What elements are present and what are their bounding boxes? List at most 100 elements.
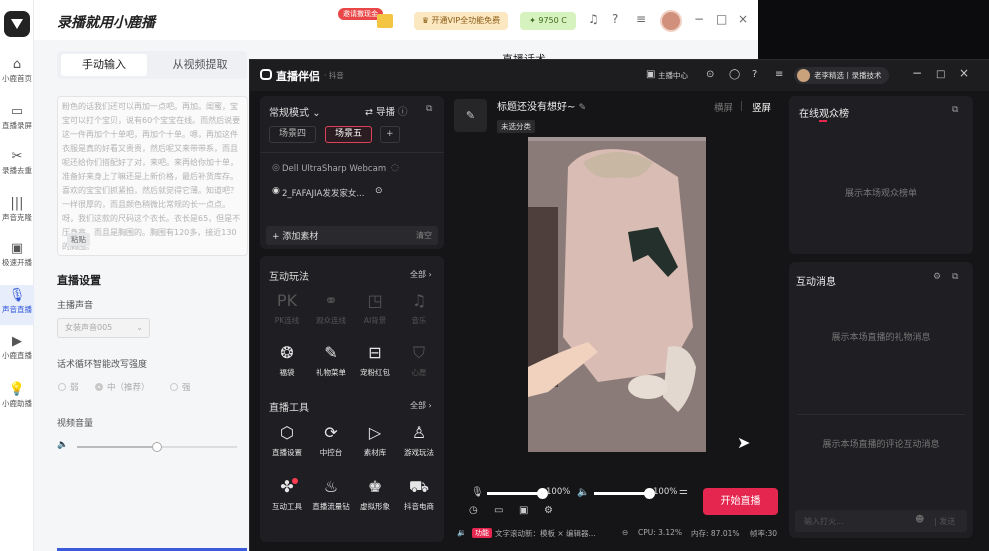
minimize-icon[interactable]: −: [912, 66, 922, 80]
feature-red-packet[interactable]: ⊟ 宠粉红包: [350, 342, 400, 378]
chat-input[interactable]: 输入打火...: [804, 516, 844, 527]
eye-icon[interactable]: ⊙: [375, 186, 383, 196]
minimize-icon[interactable]: −: [694, 12, 704, 26]
user-avatar[interactable]: [660, 10, 682, 32]
nav-item-voice-live[interactable]: 🎙 声音直播: [0, 285, 34, 325]
nav-item-dedupe[interactable]: ✂ 录播去重: [0, 146, 34, 186]
import-button[interactable]: ⇄ 导播 ⓘ: [365, 104, 408, 118]
divider: [260, 152, 444, 153]
popout-icon[interactable]: ⧉: [952, 272, 958, 282]
video-camera-icon[interactable]: ▣: [519, 505, 528, 516]
emoji-icon[interactable]: ☻: [915, 515, 924, 525]
tool-ecommerce[interactable]: ⛟ 抖音电商: [394, 476, 444, 512]
tab-manual-input[interactable]: 手动输入: [61, 54, 147, 76]
menu-icon[interactable]: ≡: [775, 69, 783, 80]
mode-select[interactable]: 常规模式 ⌄: [269, 104, 321, 119]
edit-cover-button[interactable]: ✎: [454, 99, 487, 132]
feature-gift-menu[interactable]: ✎ 礼物菜单: [306, 342, 356, 378]
divider: [797, 414, 965, 415]
feature-pk[interactable]: PK PK连线: [262, 290, 312, 326]
headset-icon[interactable]: ♫: [588, 12, 599, 26]
live-settings-heading: 直播设置: [57, 274, 101, 287]
feature-ai-background[interactable]: ◳ AI背景: [350, 290, 400, 326]
nav-item-quick-start[interactable]: ▣ 极速开播: [0, 238, 34, 278]
tool-virtual-avatar[interactable]: ♚ 虚拟形象: [350, 476, 400, 512]
script-textarea[interactable]: 粉色的话我们还可以再加一点吧。再加。闺蜜，宝宝可以打个宝贝，说有60个宝宝在线。…: [57, 96, 248, 256]
feature-wish[interactable]: ⛉ 心愿: [394, 342, 444, 378]
nav-item-voice-clone[interactable]: ||| 声音克隆: [0, 193, 34, 233]
tool-live-settings[interactable]: ⬡ 直播设置: [262, 422, 312, 458]
paste-button[interactable]: 粘贴: [67, 233, 90, 246]
mic-volume-slider[interactable]: [487, 492, 542, 495]
nav-item-assistant[interactable]: 💡 小鹿助播: [0, 379, 34, 419]
landscape-toggle[interactable]: 横屏: [714, 100, 733, 114]
chat-icon[interactable]: ◯: [729, 69, 740, 80]
settings-icon[interactable]: ⚙: [933, 272, 941, 282]
popout-icon[interactable]: ⧉: [952, 105, 958, 115]
puzzle-icon: ✤: [280, 477, 294, 496]
add-material-button[interactable]: + 添加素材: [272, 229, 318, 242]
frame-rate: 帧率:30: [750, 529, 778, 538]
feature-audience-link[interactable]: ⚭ 观众连线: [306, 290, 356, 326]
radio-weak[interactable]: 弱: [58, 381, 79, 393]
user-chip[interactable]: 老李精选丨录播技术: [794, 67, 889, 84]
scene-chip-5[interactable]: 场景五: [325, 126, 373, 143]
menu-icon[interactable]: ≡: [636, 12, 646, 26]
close-icon[interactable]: ×: [959, 66, 969, 80]
rewrite-strength-label: 话术循环智能改写强度: [57, 360, 148, 370]
anchor-center-link[interactable]: 主播中心: [658, 70, 688, 81]
feature-music[interactable]: ♫ 音乐: [394, 290, 444, 326]
screen-icon[interactable]: ▭: [494, 505, 503, 516]
tool-console[interactable]: ⟳ 中控台: [306, 422, 356, 458]
stream-title[interactable]: 标题还没有想好~ ✎: [497, 98, 586, 113]
speaker-icon[interactable]: 🔈: [577, 487, 589, 498]
nav-item-deer-live[interactable]: ▶ 小鹿直播: [0, 331, 34, 371]
start-live-button[interactable]: 开始直播: [703, 488, 778, 515]
coin-balance[interactable]: ✦ 9750 C: [520, 12, 576, 30]
vip-button[interactable]: ♛ 开通VIP全功能免费: [414, 12, 508, 30]
close-icon[interactable]: ×: [738, 12, 748, 26]
source-item-video[interactable]: 2_FAFAJIA发发家女...: [282, 187, 364, 199]
add-scene-button[interactable]: +: [380, 126, 400, 143]
radio-medium[interactable]: 中（推荐）: [95, 381, 150, 393]
tool-game[interactable]: ♙ 游戏玩法: [394, 422, 444, 458]
tool-library[interactable]: ▷ 素材库: [350, 422, 400, 458]
nav-item-home[interactable]: ⌂ 小鹿首页: [0, 54, 34, 94]
status-ticker[interactable]: 文字滚动新：模板 × 编辑器...: [495, 528, 596, 539]
tool-interactive[interactable]: ✤ 互动工具: [262, 476, 312, 512]
feature-lucky-bag[interactable]: ❂ 福袋: [262, 342, 312, 378]
equalizer-icon[interactable]: ⚌: [679, 486, 688, 497]
coin-icon: ✦: [529, 16, 539, 25]
tool-traffic-diamond[interactable]: ♨ 直播流量钻: [306, 476, 356, 512]
radio-strong[interactable]: 强: [170, 381, 191, 393]
send-button[interactable]: | 发送: [934, 516, 955, 527]
tab-extract-from-video[interactable]: 从视频提取: [155, 54, 245, 76]
eye-off-icon[interactable]: ◌: [391, 163, 399, 173]
category-tag[interactable]: 未选分类: [497, 120, 535, 133]
source-item-webcam[interactable]: Dell UltraSharp Webcam: [282, 164, 386, 174]
video-volume-knob[interactable]: [152, 442, 162, 452]
gamepad-icon[interactable]: ⊙: [706, 69, 714, 80]
scene-chip-4[interactable]: 场景四: [269, 126, 317, 143]
video-volume-slider[interactable]: [77, 442, 237, 452]
settings-icon[interactable]: ⚙: [544, 505, 553, 516]
speaker-volume-slider[interactable]: [594, 492, 649, 495]
help-icon[interactable]: ?: [752, 69, 757, 80]
play-circle-icon: ▶: [12, 334, 22, 349]
tools-all-link[interactable]: 全部 ›: [410, 400, 432, 411]
help-icon[interactable]: ?: [612, 12, 618, 26]
title-underline: [819, 120, 827, 122]
camera-switch-icon[interactable]: ◷: [469, 505, 478, 516]
nav-item-screen-record[interactable]: ▭ 直播录屏: [0, 101, 34, 141]
popout-icon[interactable]: ⧉: [426, 104, 432, 114]
gift-box-icon[interactable]: [377, 14, 393, 28]
interactive-all-link[interactable]: 全部 ›: [410, 269, 432, 280]
microphone-icon[interactable]: 🎙: [471, 487, 484, 498]
maximize-icon[interactable]: □: [716, 12, 727, 26]
clear-button[interactable]: 清空: [416, 230, 432, 241]
portrait-toggle[interactable]: 竖屏: [752, 100, 771, 114]
voice-select[interactable]: 女装声音005 ⌄: [57, 318, 150, 338]
tools-heading: 直播工具: [269, 403, 309, 414]
maximize-icon[interactable]: □: [936, 69, 945, 80]
add-material-bar: + 添加素材 清空: [266, 226, 438, 245]
